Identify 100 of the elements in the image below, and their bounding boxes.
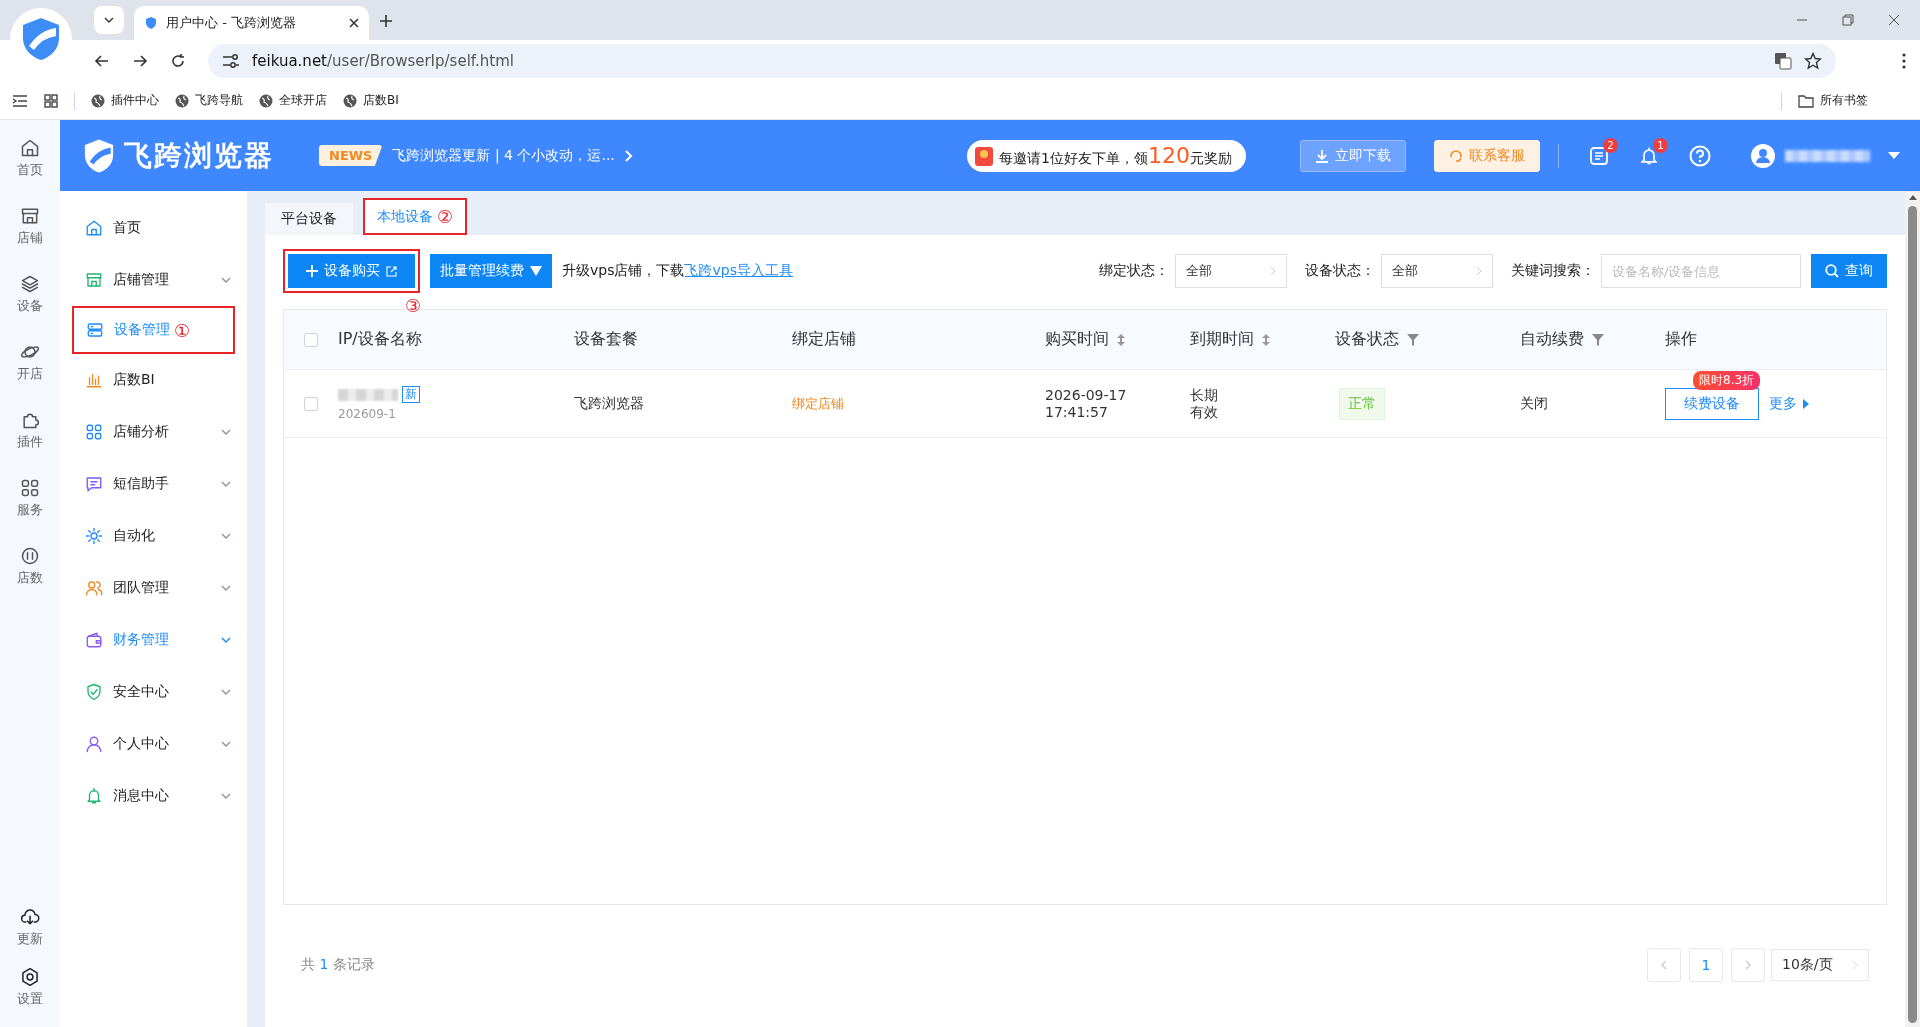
sidebar-item[interactable]: 消息中心	[60, 770, 247, 822]
apps-icon[interactable]	[44, 93, 58, 108]
new-tab-icon[interactable]	[379, 14, 393, 28]
column-header: 设备状态	[1335, 329, 1399, 350]
restore-icon[interactable]	[1842, 14, 1854, 26]
blurred-device-name	[338, 388, 398, 401]
discount-badge: 限时8.3折	[1693, 370, 1761, 390]
back-icon[interactable]	[94, 53, 110, 69]
news-link[interactable]: 飞跨浏览器更新 | 4 个小改动，运...	[392, 146, 615, 165]
caret-icon[interactable]	[1803, 398, 1809, 409]
chevron-icon	[221, 585, 231, 591]
sidebar-item[interactable]: 安全中心	[60, 666, 247, 718]
sidebar-item[interactable]: 短信助手	[60, 458, 247, 510]
sidebar-item[interactable]: 店数BI	[60, 354, 247, 406]
more-link[interactable]: 更多	[1769, 394, 1797, 413]
sort-icon[interactable]	[1117, 333, 1125, 346]
sidebar-toggle-icon[interactable]	[12, 93, 28, 108]
scroll-up-icon[interactable]	[1908, 195, 1917, 200]
document-icon[interactable]	[1589, 145, 1609, 166]
menu-icon[interactable]	[1902, 53, 1906, 69]
notification-badge: 2	[1603, 137, 1618, 153]
rail-item[interactable]: 店数	[17, 569, 43, 587]
page-size-select[interactable]: 10条/页	[1771, 949, 1869, 981]
shop-icon	[20, 206, 40, 226]
tab-search-button[interactable]	[94, 6, 124, 34]
checkbox[interactable]	[304, 332, 318, 347]
sidebar-item[interactable]: 个人中心	[60, 718, 247, 770]
chevron-right-icon[interactable]	[624, 149, 633, 162]
filter-icon[interactable]	[1592, 333, 1604, 346]
rail-item[interactable]: 设置	[17, 990, 43, 1008]
globe-icon	[175, 93, 189, 108]
headset-icon	[1449, 148, 1463, 163]
layers-icon	[20, 274, 40, 294]
chevron-icon	[221, 533, 231, 539]
sidebar-item[interactable]: 团队管理	[60, 562, 247, 614]
grid-icon	[20, 478, 40, 498]
rail-item[interactable]: 服务	[17, 501, 43, 519]
rail-item[interactable]: 店铺	[17, 229, 43, 247]
help-icon[interactable]	[1689, 144, 1711, 167]
rail-item[interactable]: 首页	[17, 161, 43, 179]
bookmark-link[interactable]: 店数BI	[363, 92, 399, 109]
table-cell-text: 长期有效	[1190, 386, 1219, 421]
menu-label: 短信助手	[113, 475, 169, 493]
checkbox[interactable]	[304, 396, 318, 411]
promo-banner[interactable]: 每邀请1位好友下单，领120元奖励	[967, 139, 1246, 172]
menu-label: 店铺管理	[113, 271, 169, 289]
forward-icon[interactable]	[132, 53, 148, 69]
filter-icon[interactable]	[1407, 333, 1419, 346]
close-icon[interactable]	[1888, 14, 1900, 26]
brand-logo: 飞跨浏览器	[124, 137, 274, 174]
all-bookmarks-link[interactable]: 所有书签	[1820, 92, 1868, 109]
filter-select[interactable]: 全部	[1381, 254, 1493, 288]
sidebar-item[interactable]: 财务管理	[60, 614, 247, 666]
renew-button[interactable]: 续费设备	[1665, 387, 1759, 420]
column-header: 自动续费	[1520, 329, 1584, 350]
buy-device-button[interactable]: 设备购买	[288, 254, 415, 288]
bookmark-link[interactable]: 全球开店	[279, 92, 327, 109]
sidebar-item[interactable]: 店铺管理	[60, 254, 247, 306]
reload-icon[interactable]	[170, 53, 186, 69]
chevron-icon	[221, 793, 231, 799]
rail-item[interactable]: 更新	[17, 930, 43, 948]
batch-renew-button[interactable]: 批量管理续费	[430, 254, 552, 288]
scrollbar-thumb[interactable]	[1908, 206, 1917, 1023]
rail-item[interactable]: 开店	[17, 365, 43, 383]
close-icon[interactable]	[349, 18, 359, 28]
address-bar[interactable]: feikua.net/user/BrowserIp/self.html	[208, 44, 1836, 78]
sort-icon[interactable]	[1262, 333, 1270, 346]
rail-item[interactable]: 插件	[17, 433, 43, 451]
sun-icon	[85, 527, 103, 545]
avatar-icon[interactable]	[1751, 143, 1775, 168]
search-field[interactable]: 设备名称/设备信息	[1601, 254, 1801, 288]
chevron-right-icon	[1476, 266, 1482, 276]
search-button[interactable]: 查询	[1811, 254, 1887, 288]
caret-icon[interactable]	[1888, 151, 1900, 160]
user-icon	[85, 735, 103, 753]
column-header: 操作	[1665, 329, 1697, 350]
bell-icon[interactable]	[1639, 145, 1659, 166]
translate-icon[interactable]	[1774, 52, 1792, 70]
tab[interactable]: 平台设备	[265, 203, 353, 235]
menu-label: 自动化	[113, 527, 155, 545]
status-tag: 正常	[1339, 387, 1385, 420]
tab[interactable]: 本地设备 ②	[363, 198, 468, 235]
browser-tab[interactable]: 用户中心 - 飞跨浏览器	[134, 6, 369, 40]
bookmark-link[interactable]: 飞跨导航	[195, 92, 243, 109]
scrollbar[interactable]	[1905, 191, 1920, 1027]
sidebar-item[interactable]: 自动化	[60, 510, 247, 562]
column-header: 购买时间	[1045, 329, 1109, 350]
new-tag: 新	[402, 386, 420, 403]
search-icon	[1825, 264, 1839, 278]
rail-item[interactable]: 设备	[17, 297, 43, 315]
sidebar-item[interactable]: 设备管理 ①	[72, 306, 235, 354]
shield-logo-icon	[20, 16, 62, 62]
sidebar-item[interactable]: 店铺分析	[60, 406, 247, 458]
annotation-number: ①	[174, 319, 191, 341]
bookmark-link[interactable]: 插件中心	[111, 92, 159, 109]
page-button[interactable]: 1	[1689, 948, 1723, 982]
vps-tool-link[interactable]: 飞跨vps导入工具	[684, 262, 793, 278]
star-icon[interactable]	[1804, 52, 1822, 70]
sidebar-item[interactable]: 首页	[60, 202, 247, 254]
filter-select[interactable]: 全部	[1175, 254, 1287, 288]
